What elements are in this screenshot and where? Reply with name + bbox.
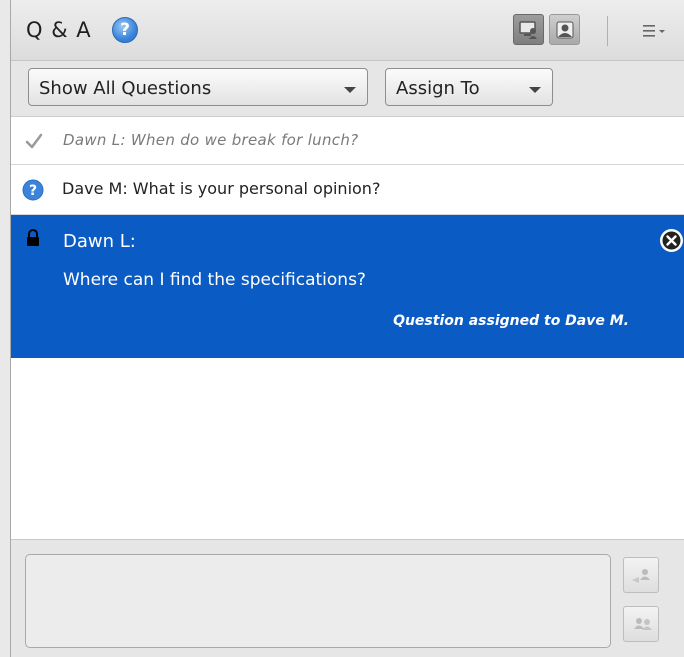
assignment-status: Question assigned to Dave M.	[393, 313, 629, 329]
participant-view-button[interactable]	[549, 14, 580, 45]
send-private-icon	[634, 618, 652, 630]
question-text: Where can I find the specifications?	[63, 270, 366, 290]
close-circle-icon[interactable]	[660, 229, 683, 252]
panel-menu-button[interactable]	[641, 22, 671, 40]
show-questions-label: Show All Questions	[39, 78, 212, 99]
question-row-selected[interactable]: Dawn L: Where can I find the specificati…	[11, 215, 684, 358]
svg-text:?: ?	[29, 183, 37, 199]
question-row-answered[interactable]: Dawn L: When do we break for lunch?	[11, 117, 684, 165]
panel-title: Q & A	[26, 18, 92, 42]
question-row-open[interactable]: ? Dave M: What is your personal opinion?	[11, 165, 684, 215]
presenter-view-icon	[519, 21, 537, 39]
send-to-all-icon	[632, 569, 650, 583]
question-list: Dawn L: When do we break for lunch? ? Da…	[11, 117, 684, 539]
presenter-view-button[interactable]	[513, 14, 544, 45]
send-to-all-button[interactable]	[623, 557, 659, 593]
question-text: Dawn L: When do we break for lunch?	[63, 131, 359, 149]
send-private-button[interactable]	[623, 606, 659, 642]
chevron-down-icon	[529, 87, 541, 93]
filter-bar: Show All Questions Assign To	[11, 61, 684, 117]
assign-to-dropdown[interactable]: Assign To	[385, 68, 553, 106]
toolbar-divider	[607, 16, 608, 46]
qa-panel: Q & A ? Show All Questions Assign To Daw…	[10, 0, 684, 657]
show-questions-dropdown[interactable]: Show All Questions	[28, 68, 368, 106]
question-author: Dawn L:	[63, 231, 136, 252]
panel-header: Q & A ?	[11, 0, 684, 61]
checkmark-icon	[25, 133, 43, 149]
lock-icon	[27, 229, 39, 246]
help-icon[interactable]: ?	[112, 17, 138, 43]
compose-area	[11, 539, 684, 657]
question-input[interactable]	[25, 554, 611, 648]
panel-menu-icon	[643, 25, 665, 37]
question-icon: ?	[22, 179, 44, 201]
close-icon	[662, 231, 681, 250]
chevron-down-icon	[344, 87, 356, 93]
help-glyph: ?	[120, 20, 130, 40]
assign-to-label: Assign To	[396, 78, 480, 99]
question-text: Dave M: What is your personal opinion?	[62, 179, 381, 198]
participant-view-icon	[556, 21, 574, 39]
